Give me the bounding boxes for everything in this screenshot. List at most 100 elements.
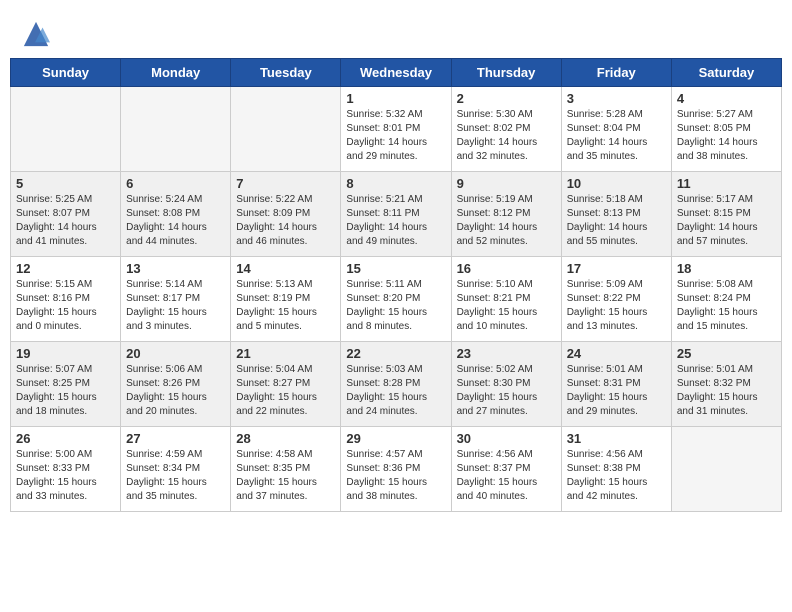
day-info: Sunrise: 4:57 AM Sunset: 8:36 PM Dayligh…	[346, 448, 445, 504]
calendar-week-row: 5 Sunrise: 5:25 AM Sunset: 8:07 PM Daylig…	[11, 172, 782, 257]
calendar-cell: 14 Sunrise: 5:13 AM Sunset: 8:19 PM Dayli…	[231, 257, 341, 342]
day-number: 9	[457, 176, 556, 191]
day-number: 26	[16, 431, 115, 446]
day-number: 17	[567, 261, 666, 276]
calendar-cell: 22 Sunrise: 5:03 AM Sunset: 8:28 PM Dayli…	[341, 342, 451, 427]
day-info: Sunrise: 4:58 AM Sunset: 8:35 PM Dayligh…	[236, 448, 335, 504]
day-number: 10	[567, 176, 666, 191]
calendar-cell: 12 Sunrise: 5:15 AM Sunset: 8:16 PM Dayli…	[11, 257, 121, 342]
day-number: 30	[457, 431, 556, 446]
calendar-week-row: 12 Sunrise: 5:15 AM Sunset: 8:16 PM Dayli…	[11, 257, 782, 342]
day-info: Sunrise: 5:17 AM Sunset: 8:15 PM Dayligh…	[677, 193, 776, 249]
weekday-header-thursday: Thursday	[451, 59, 561, 87]
calendar-cell: 23 Sunrise: 5:02 AM Sunset: 8:30 PM Dayli…	[451, 342, 561, 427]
day-number: 15	[346, 261, 445, 276]
calendar-cell: 17 Sunrise: 5:09 AM Sunset: 8:22 PM Dayli…	[561, 257, 671, 342]
day-number: 11	[677, 176, 776, 191]
calendar-cell: 21 Sunrise: 5:04 AM Sunset: 8:27 PM Dayli…	[231, 342, 341, 427]
calendar-cell: 25 Sunrise: 5:01 AM Sunset: 8:32 PM Dayli…	[671, 342, 781, 427]
day-number: 28	[236, 431, 335, 446]
weekday-header-sunday: Sunday	[11, 59, 121, 87]
calendar-cell: 27 Sunrise: 4:59 AM Sunset: 8:34 PM Dayli…	[121, 427, 231, 512]
calendar-cell: 20 Sunrise: 5:06 AM Sunset: 8:26 PM Dayli…	[121, 342, 231, 427]
calendar-cell	[231, 87, 341, 172]
day-number: 12	[16, 261, 115, 276]
calendar-cell: 8 Sunrise: 5:21 AM Sunset: 8:11 PM Daylig…	[341, 172, 451, 257]
day-number: 2	[457, 91, 556, 106]
day-info: Sunrise: 5:30 AM Sunset: 8:02 PM Dayligh…	[457, 108, 556, 164]
day-info: Sunrise: 4:59 AM Sunset: 8:34 PM Dayligh…	[126, 448, 225, 504]
day-number: 8	[346, 176, 445, 191]
day-number: 6	[126, 176, 225, 191]
day-number: 20	[126, 346, 225, 361]
day-number: 24	[567, 346, 666, 361]
calendar-cell: 13Sunrise: 5:14 AM Sunset: 8:17 PM Dayli…	[121, 257, 231, 342]
calendar-cell: 24 Sunrise: 5:01 AM Sunset: 8:31 PM Dayli…	[561, 342, 671, 427]
weekday-header-wednesday: Wednesday	[341, 59, 451, 87]
calendar-cell: 2 Sunrise: 5:30 AM Sunset: 8:02 PM Daylig…	[451, 87, 561, 172]
calendar-cell: 31Sunrise: 4:56 AM Sunset: 8:38 PM Dayli…	[561, 427, 671, 512]
day-number: 14	[236, 261, 335, 276]
day-info: Sunrise: 5:07 AM Sunset: 8:25 PM Dayligh…	[16, 363, 115, 419]
day-info: Sunrise: 4:56 AM Sunset: 8:38 PM Dayligh…	[567, 448, 666, 504]
day-number: 3	[567, 91, 666, 106]
page-header	[10, 10, 782, 53]
day-info: Sunrise: 5:06 AM Sunset: 8:26 PM Dayligh…	[126, 363, 225, 419]
calendar-cell: 29 Sunrise: 4:57 AM Sunset: 8:36 PM Dayli…	[341, 427, 451, 512]
day-number: 4	[677, 91, 776, 106]
day-info: Sunrise: 5:11 AM Sunset: 8:20 PM Dayligh…	[346, 278, 445, 334]
calendar-week-row: 1Sunrise: 5:32 AM Sunset: 8:01 PM Daylig…	[11, 87, 782, 172]
day-number: 27	[126, 431, 225, 446]
day-info: Sunrise: 5:04 AM Sunset: 8:27 PM Dayligh…	[236, 363, 335, 419]
calendar-cell: 1Sunrise: 5:32 AM Sunset: 8:01 PM Daylig…	[341, 87, 451, 172]
calendar-week-row: 26 Sunrise: 5:00 AM Sunset: 8:33 PM Dayli…	[11, 427, 782, 512]
calendar-cell: 15 Sunrise: 5:11 AM Sunset: 8:20 PM Dayli…	[341, 257, 451, 342]
day-info: Sunrise: 5:01 AM Sunset: 8:32 PM Dayligh…	[677, 363, 776, 419]
day-number: 25	[677, 346, 776, 361]
day-number: 5	[16, 176, 115, 191]
weekday-header-tuesday: Tuesday	[231, 59, 341, 87]
day-info: Sunrise: 5:22 AM Sunset: 8:09 PM Dayligh…	[236, 193, 335, 249]
day-info: Sunrise: 5:25 AM Sunset: 8:07 PM Dayligh…	[16, 193, 115, 249]
logo	[20, 20, 50, 48]
day-info: Sunrise: 5:28 AM Sunset: 8:04 PM Dayligh…	[567, 108, 666, 164]
day-info: Sunrise: 5:01 AM Sunset: 8:31 PM Dayligh…	[567, 363, 666, 419]
day-info: Sunrise: 5:10 AM Sunset: 8:21 PM Dayligh…	[457, 278, 556, 334]
calendar-cell: 26 Sunrise: 5:00 AM Sunset: 8:33 PM Dayli…	[11, 427, 121, 512]
calendar-cell: 3 Sunrise: 5:28 AM Sunset: 8:04 PM Daylig…	[561, 87, 671, 172]
day-info: Sunrise: 5:13 AM Sunset: 8:19 PM Dayligh…	[236, 278, 335, 334]
calendar-cell	[11, 87, 121, 172]
day-info: Sunrise: 5:03 AM Sunset: 8:28 PM Dayligh…	[346, 363, 445, 419]
calendar-cell: 7Sunrise: 5:22 AM Sunset: 8:09 PM Daylig…	[231, 172, 341, 257]
day-info: Sunrise: 5:02 AM Sunset: 8:30 PM Dayligh…	[457, 363, 556, 419]
day-number: 29	[346, 431, 445, 446]
day-number: 18	[677, 261, 776, 276]
calendar-cell: 18 Sunrise: 5:08 AM Sunset: 8:24 PM Dayli…	[671, 257, 781, 342]
day-info: Sunrise: 5:21 AM Sunset: 8:11 PM Dayligh…	[346, 193, 445, 249]
day-number: 21	[236, 346, 335, 361]
day-info: Sunrise: 5:14 AM Sunset: 8:17 PM Dayligh…	[126, 278, 225, 334]
weekday-header-saturday: Saturday	[671, 59, 781, 87]
day-info: Sunrise: 4:56 AM Sunset: 8:37 PM Dayligh…	[457, 448, 556, 504]
calendar-cell: 5 Sunrise: 5:25 AM Sunset: 8:07 PM Daylig…	[11, 172, 121, 257]
weekday-header-row: SundayMondayTuesdayWednesdayThursdayFrid…	[11, 59, 782, 87]
day-info: Sunrise: 5:24 AM Sunset: 8:08 PM Dayligh…	[126, 193, 225, 249]
day-info: Sunrise: 5:15 AM Sunset: 8:16 PM Dayligh…	[16, 278, 115, 334]
day-info: Sunrise: 5:00 AM Sunset: 8:33 PM Dayligh…	[16, 448, 115, 504]
day-number: 22	[346, 346, 445, 361]
calendar-cell: 4Sunrise: 5:27 AM Sunset: 8:05 PM Daylig…	[671, 87, 781, 172]
calendar-cell: 28 Sunrise: 4:58 AM Sunset: 8:35 PM Dayli…	[231, 427, 341, 512]
calendar-cell: 10 Sunrise: 5:18 AM Sunset: 8:13 PM Dayli…	[561, 172, 671, 257]
day-info: Sunrise: 5:09 AM Sunset: 8:22 PM Dayligh…	[567, 278, 666, 334]
logo-icon	[22, 20, 50, 48]
day-info: Sunrise: 5:08 AM Sunset: 8:24 PM Dayligh…	[677, 278, 776, 334]
weekday-header-friday: Friday	[561, 59, 671, 87]
day-number: 1	[346, 91, 445, 106]
calendar-cell	[671, 427, 781, 512]
calendar-cell: 30 Sunrise: 4:56 AM Sunset: 8:37 PM Dayli…	[451, 427, 561, 512]
day-info: Sunrise: 5:18 AM Sunset: 8:13 PM Dayligh…	[567, 193, 666, 249]
calendar-cell: 11 Sunrise: 5:17 AM Sunset: 8:15 PM Dayli…	[671, 172, 781, 257]
calendar-body: 1Sunrise: 5:32 AM Sunset: 8:01 PM Daylig…	[11, 87, 782, 512]
day-number: 23	[457, 346, 556, 361]
calendar-cell: 16Sunrise: 5:10 AM Sunset: 8:21 PM Dayli…	[451, 257, 561, 342]
